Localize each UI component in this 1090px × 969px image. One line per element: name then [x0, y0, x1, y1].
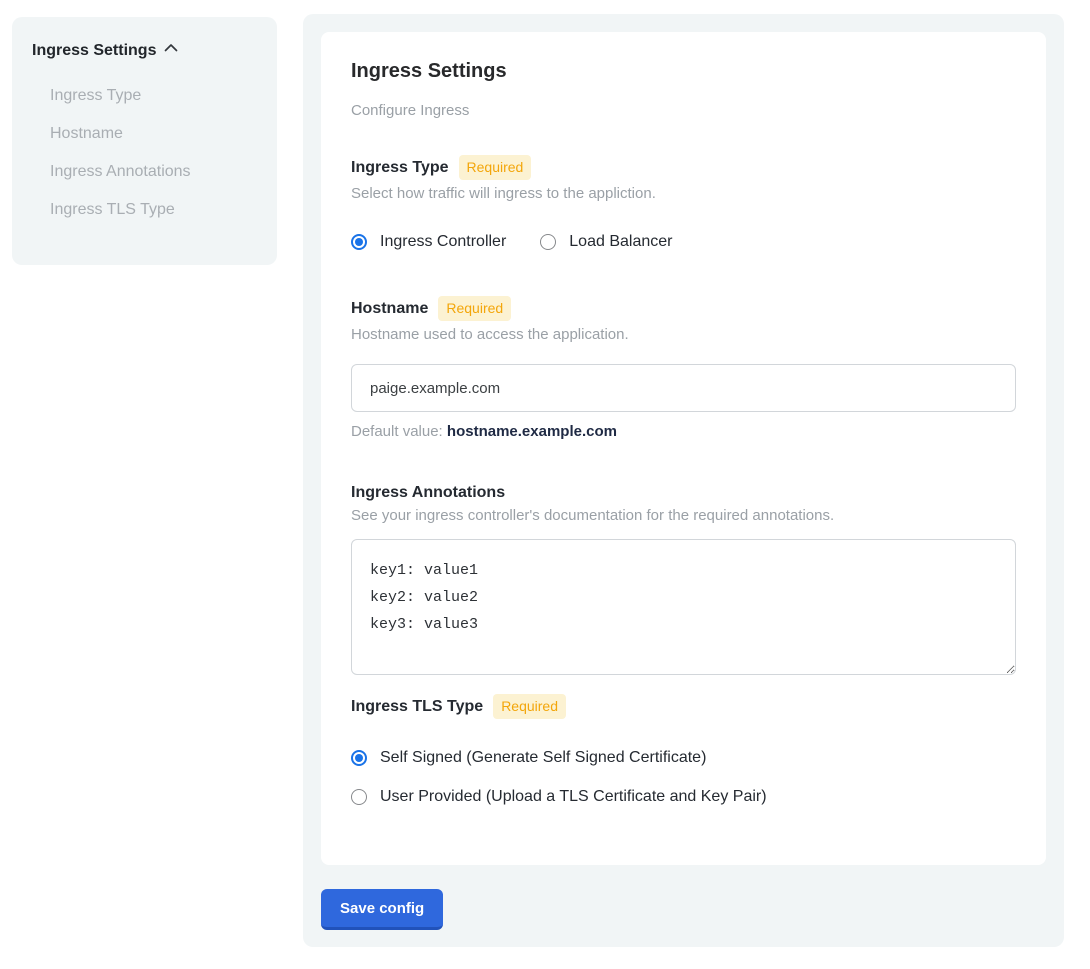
hostname-description: Hostname used to access the application.: [351, 326, 1016, 343]
sidebar-nav: Ingress Type Hostname Ingress Annotation…: [32, 77, 257, 229]
default-value-label: Default value:: [351, 423, 443, 440]
page-subtitle: Configure Ingress: [351, 102, 1016, 119]
radio-self-signed-label: Self Signed (Generate Self Signed Certif…: [380, 749, 706, 767]
ingress-settings-card: Ingress Settings Configure Ingress Ingre…: [321, 32, 1046, 865]
ingress-tls-type-label: Ingress TLS Type: [351, 698, 483, 716]
ingress-annotations-description: See your ingress controller's documentat…: [351, 507, 1016, 524]
radio-unselected-icon[interactable]: [540, 234, 556, 250]
hostname-label: Hostname: [351, 300, 428, 318]
sidebar-item-hostname[interactable]: Hostname: [32, 115, 257, 153]
radio-user-provided-label: User Provided (Upload a TLS Certificate …: [380, 788, 767, 806]
required-badge: Required: [459, 155, 532, 180]
hostname-input[interactable]: [351, 364, 1016, 412]
radio-load-balancer-label: Load Balancer: [569, 233, 672, 251]
chevron-up-icon[interactable]: [163, 40, 179, 61]
ingress-annotations-textarea[interactable]: key1: value1 key2: value2 key3: value3: [351, 539, 1016, 675]
ingress-type-options: Ingress Controller Load Balancer: [351, 233, 1016, 251]
settings-panel: Ingress Settings Configure Ingress Ingre…: [303, 14, 1064, 947]
hostname-default-line: Default value: hostname.example.com: [351, 423, 1016, 440]
ingress-type-description: Select how traffic will ingress to the a…: [351, 185, 1016, 202]
sidebar-item-ingress-annotations[interactable]: Ingress Annotations: [32, 153, 257, 191]
radio-self-signed[interactable]: Self Signed (Generate Self Signed Certif…: [351, 749, 1016, 767]
radio-ingress-controller[interactable]: Ingress Controller: [351, 233, 506, 251]
save-config-button[interactable]: Save config: [321, 889, 443, 930]
radio-user-provided[interactable]: User Provided (Upload a TLS Certificate …: [351, 788, 1016, 806]
radio-ingress-controller-label: Ingress Controller: [380, 233, 506, 251]
sidebar-section-toggle[interactable]: Ingress Settings: [32, 40, 257, 61]
section-ingress-annotations: Ingress Annotations See your ingress con…: [351, 484, 1016, 675]
sidebar-section-title: Ingress Settings: [32, 42, 156, 60]
sidebar-item-ingress-tls-type[interactable]: Ingress TLS Type: [32, 191, 257, 229]
required-badge: Required: [493, 694, 566, 719]
default-value-text: hostname.example.com: [447, 423, 617, 440]
ingress-annotations-label: Ingress Annotations: [351, 484, 505, 502]
radio-selected-icon[interactable]: [351, 750, 367, 766]
page-title: Ingress Settings: [351, 60, 1016, 83]
ingress-type-label: Ingress Type: [351, 159, 449, 177]
required-badge: Required: [438, 296, 511, 321]
radio-unselected-icon[interactable]: [351, 789, 367, 805]
section-ingress-tls-type: Ingress TLS Type Required Self Signed (G…: [351, 694, 1016, 806]
sidebar-item-ingress-type[interactable]: Ingress Type: [32, 77, 257, 115]
radio-load-balancer[interactable]: Load Balancer: [540, 233, 672, 251]
radio-selected-icon[interactable]: [351, 234, 367, 250]
section-ingress-type: Ingress Type Required Select how traffic…: [351, 155, 1016, 251]
settings-sidebar: Ingress Settings Ingress Type Hostname I…: [12, 17, 277, 265]
section-hostname: Hostname Required Hostname used to acces…: [351, 296, 1016, 440]
